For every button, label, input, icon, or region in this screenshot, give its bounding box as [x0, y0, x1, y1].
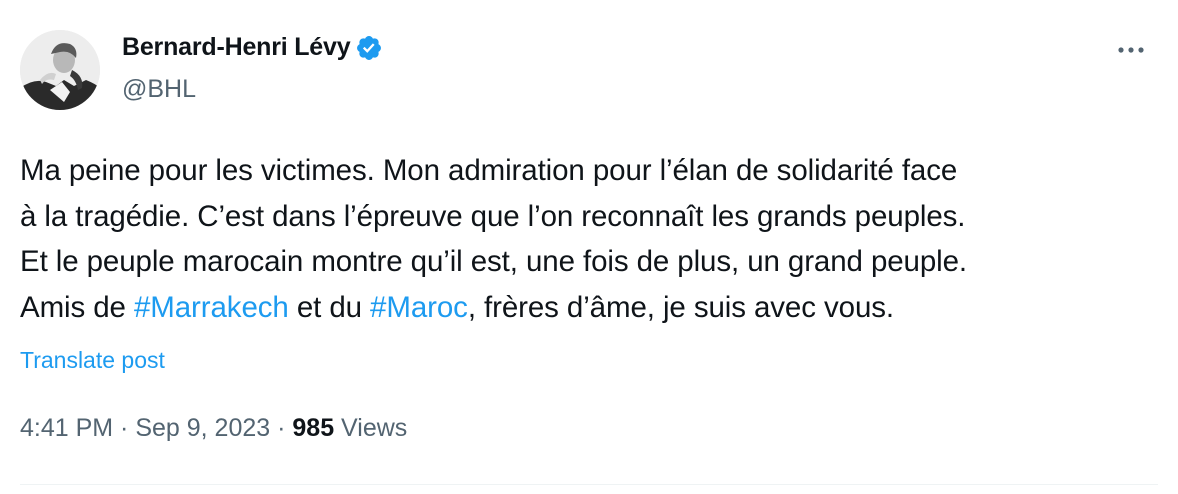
tweet-line-2: à la tragédie. C’est dans l’épreuve que …	[20, 199, 966, 233]
author-display-name[interactable]: Bernard-Henri Lévy	[122, 33, 351, 62]
hashtag-marrakech[interactable]: #Marrakech	[134, 291, 289, 324]
tweet-time[interactable]: 4:41 PM	[20, 414, 113, 442]
tweet-text-segment: Amis de	[20, 290, 134, 324]
profile-photo	[20, 30, 100, 110]
meta-separator: ·	[270, 414, 293, 442]
hashtag-maroc[interactable]: #Maroc	[370, 291, 468, 324]
views-label: Views	[334, 414, 408, 442]
more-options-button[interactable]	[1113, 35, 1149, 65]
views-count[interactable]: 985	[292, 414, 334, 442]
tweet-metadata: 4:41 PM · Sep 9, 2023 · 985 Views	[20, 414, 407, 443]
tweet-line-4: Amis de #Marrakech et du #Maroc, frères …	[20, 285, 1155, 331]
translate-post-link[interactable]: Translate post	[20, 347, 165, 374]
author-name-row: Bernard-Henri Lévy	[122, 33, 383, 62]
tweet-text-segment: et du	[288, 290, 371, 324]
meta-separator: ·	[113, 414, 136, 442]
tweet-date[interactable]: Sep 9, 2023	[135, 414, 270, 442]
tweet-text-segment: , frères d’âme, je suis avec vous.	[467, 290, 894, 324]
avatar[interactable]	[20, 30, 100, 110]
more-options-icon	[1118, 47, 1144, 53]
author-handle[interactable]: @BHL	[122, 75, 196, 104]
divider	[20, 484, 1158, 485]
tweet-line-1: Ma peine pour les victimes. Mon admirati…	[20, 154, 958, 187]
verified-badge-icon[interactable]	[355, 34, 383, 62]
tweet-text: Ma peine pour les victimes. Mon admirati…	[20, 148, 1155, 330]
tweet-line-3: Et le peuple marocain montre qu’il est, …	[20, 245, 968, 278]
